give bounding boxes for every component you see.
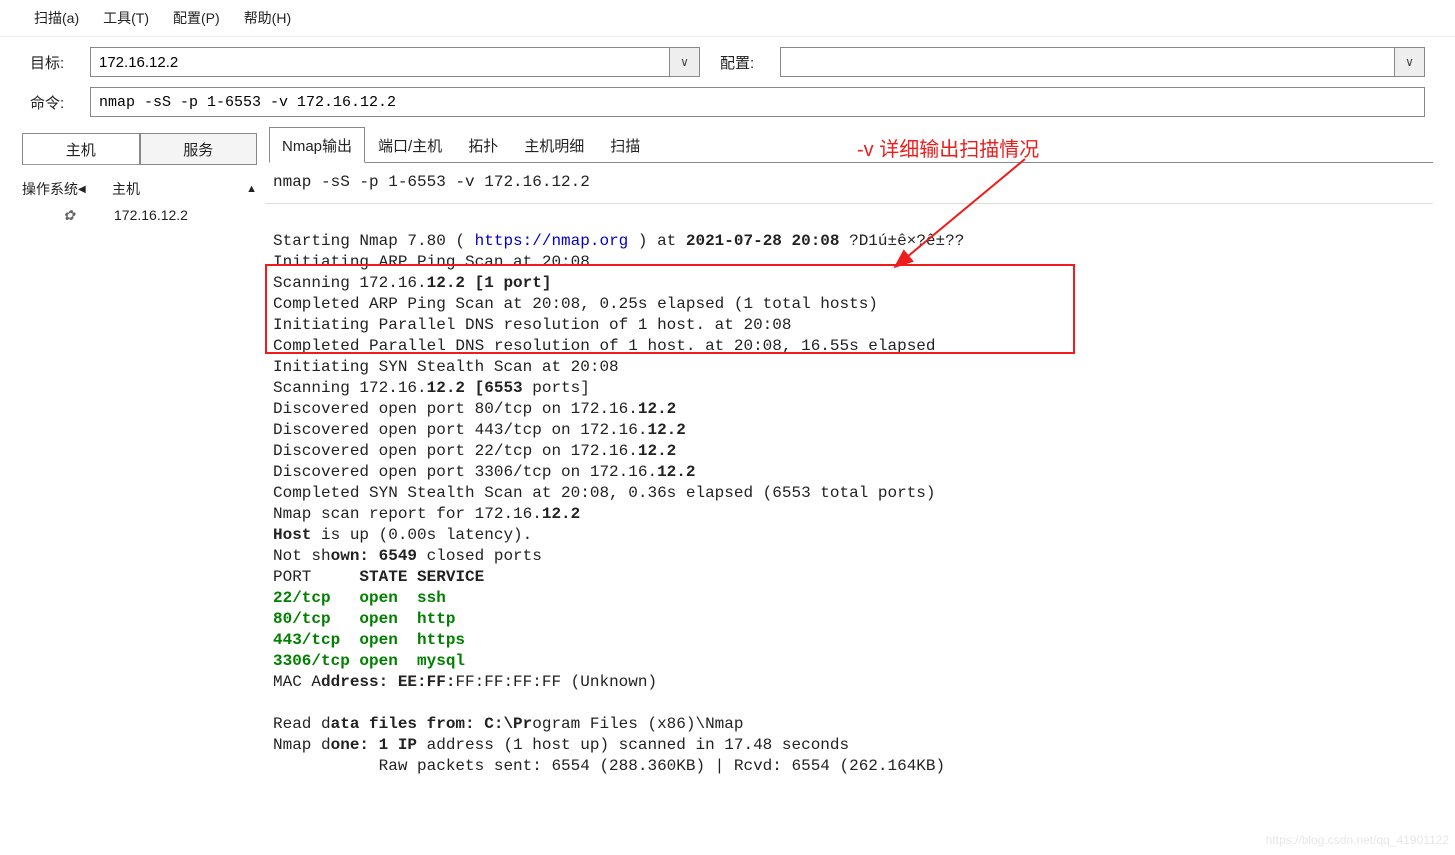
nmap-output: Starting Nmap 7.80 ( https://nmap.org ) … (265, 204, 1433, 846)
target-input[interactable] (91, 48, 669, 76)
chevron-down-icon: ∨ (680, 55, 689, 69)
tab-nmap-output[interactable]: Nmap输出 (269, 127, 365, 163)
os-icon: ✿ (60, 206, 78, 224)
menu-help[interactable]: 帮助(H) (240, 6, 295, 30)
right-panel: Nmap输出 端口/主机 拓扑 主机明细 扫描 nmap -sS -p 1-65… (265, 127, 1433, 846)
menu-tools[interactable]: 工具(T) (99, 6, 153, 30)
config-label: 配置: (720, 52, 770, 73)
config-combo[interactable]: ∨ (780, 47, 1425, 77)
row-command: 命令: (0, 87, 1455, 127)
col-os-label[interactable]: 操作系统 (22, 179, 78, 199)
menu-config[interactable]: 配置(P) (169, 6, 224, 30)
tab-topology[interactable]: 拓扑 (455, 127, 511, 162)
tab-scan[interactable]: 扫描 (597, 127, 653, 162)
output-tabs: Nmap输出 端口/主机 拓扑 主机明细 扫描 (269, 127, 1433, 163)
target-dropdown-button[interactable]: ∨ (669, 48, 699, 76)
hosts-button[interactable]: 主机 (22, 133, 140, 165)
chevron-down-icon: ∨ (1405, 55, 1414, 69)
host-ip: 172.16.12.2 (114, 207, 188, 223)
command-input[interactable] (90, 87, 1425, 117)
sort-asc-icon: ▲ (246, 183, 257, 195)
menu-scan[interactable]: 扫描(a) (30, 6, 83, 30)
host-list-row[interactable]: ✿ 172.16.12.2 (22, 203, 257, 227)
col-host-label[interactable]: 主机 (112, 179, 140, 199)
chevron-left-icon: ◀ (78, 184, 86, 195)
host-list-header: 操作系统 ◀ 主机 ▲ (22, 175, 257, 203)
left-panel: 主机 服务 操作系统 ◀ 主机 ▲ ✿ 172.16.12.2 (22, 127, 257, 846)
nmap-link[interactable]: https://nmap.org (475, 232, 629, 250)
target-combo[interactable]: ∨ (90, 47, 700, 77)
target-label: 目标: (30, 52, 80, 73)
services-button[interactable]: 服务 (140, 133, 258, 165)
config-dropdown-button[interactable]: ∨ (1394, 48, 1424, 76)
menubar: 扫描(a) 工具(T) 配置(P) 帮助(H) (0, 0, 1455, 37)
tab-ports-hosts[interactable]: 端口/主机 (365, 127, 455, 162)
config-input[interactable] (781, 48, 1394, 76)
row-target: 目标: ∨ 配置: ∨ (0, 37, 1455, 87)
command-label: 命令: (30, 92, 80, 113)
watermark: https://blog.csdn.net/qq_41901122 (1266, 833, 1449, 847)
tab-host-details[interactable]: 主机明细 (511, 127, 597, 162)
command-echo: nmap -sS -p 1-6553 -v 172.16.12.2 (265, 163, 1433, 204)
main-area: 主机 服务 操作系统 ◀ 主机 ▲ ✿ 172.16.12.2 Nmap输出 端… (0, 127, 1455, 854)
